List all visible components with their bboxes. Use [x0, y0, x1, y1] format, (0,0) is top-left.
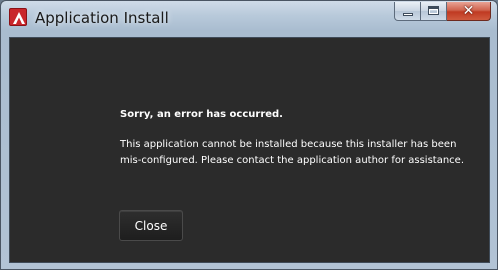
title-bar[interactable]: Application Install ✕ [1, 1, 497, 37]
adobe-air-icon [9, 8, 27, 26]
minimize-icon [403, 13, 413, 16]
close-icon: ✕ [462, 3, 475, 19]
window-controls: ✕ [394, 2, 491, 21]
installer-window: Application Install ✕ Sorry, an error ha… [0, 0, 498, 270]
close-window-button[interactable]: ✕ [447, 2, 491, 21]
close-button[interactable]: Close [119, 210, 183, 241]
dialog-content: Sorry, an error has occurred. This appli… [9, 37, 490, 263]
window-title: Application Install [35, 9, 169, 27]
minimize-button[interactable] [394, 2, 421, 21]
error-heading: Sorry, an error has occurred. [120, 109, 283, 120]
maximize-icon [428, 6, 439, 15]
maximize-button[interactable] [421, 2, 447, 21]
error-message: This application cannot be installed bec… [120, 139, 464, 166]
